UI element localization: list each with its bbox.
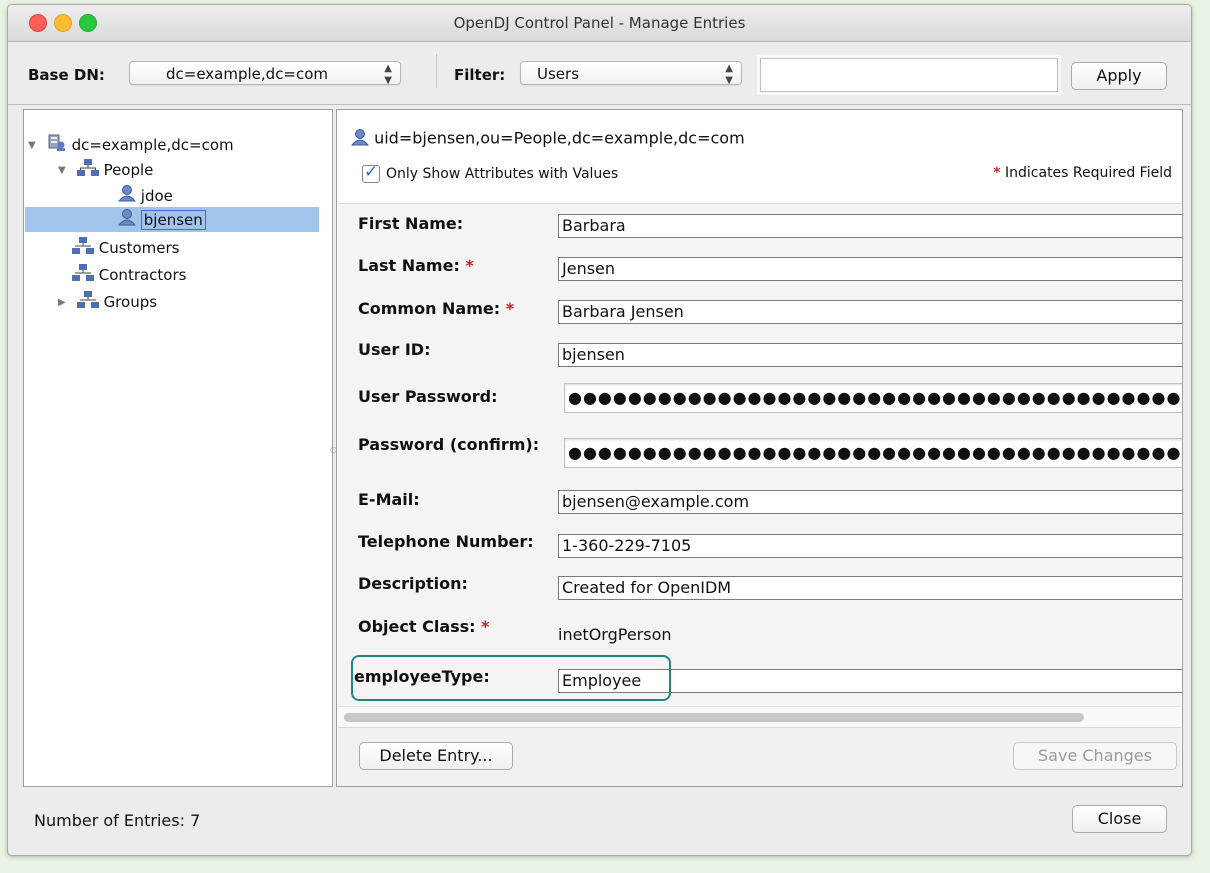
- checkbox-checked-icon[interactable]: [362, 162, 380, 183]
- org-unit-icon: [76, 290, 99, 315]
- tree-item-customers[interactable]: Customers: [72, 236, 179, 260]
- toolbar: Base DN: dc=example,dc=com ▲ ▼ Filter: Us…: [8, 42, 1191, 105]
- attribute-form: First Name: Barbara Last Name: * Jensen …: [338, 203, 1182, 713]
- email-label: E-Mail:: [358, 490, 420, 509]
- telephone-label: Telephone Number:: [358, 532, 534, 551]
- user-id-label: User ID:: [358, 340, 431, 359]
- tree-label-contractors: Contractors: [98, 266, 187, 284]
- password-confirm-field[interactable]: ●●●●●●●●●●●●●●●●●●●●●●●●●●●●●●●●●●●●●●●●…: [564, 438, 1182, 468]
- employee-type-highlight: [351, 655, 671, 701]
- tree-label-jdoe: jdoe: [140, 187, 173, 205]
- server-icon: [47, 132, 67, 159]
- base-dn-value: dc=example,dc=com: [166, 65, 329, 83]
- email-field[interactable]: bjensen@example.com: [558, 490, 1182, 514]
- tree-label-people: People: [103, 161, 154, 179]
- base-dn-label: Base DN:: [28, 66, 105, 84]
- entry-dn-text: uid=bjensen,ou=People,dc=example,dc=com: [374, 128, 745, 148]
- common-name-label: Common Name: *: [358, 299, 515, 318]
- entries-count: Number of Entries: 7: [34, 811, 201, 830]
- org-unit-icon: [72, 263, 94, 288]
- filter-select[interactable]: Users ▲ ▼: [520, 61, 742, 86]
- filter-label: Filter:: [454, 66, 506, 84]
- last-name-field[interactable]: Jensen: [558, 257, 1182, 281]
- user-icon: [117, 208, 137, 233]
- tree-item-bjensen[interactable]: bjensen: [117, 208, 206, 233]
- tree-label-bjensen: bjensen: [140, 210, 206, 230]
- only-show-values-label: Only Show Attributes with Values: [386, 166, 619, 182]
- telephone-field[interactable]: 1-360-229-7105: [558, 534, 1182, 558]
- toolbar-separator: [436, 54, 437, 88]
- required-field-note: * Indicates Required Field: [993, 165, 1172, 181]
- user-password-label: User Password:: [358, 387, 498, 406]
- tree-label-groups: Groups: [103, 293, 158, 311]
- tree-label-root: dc=example,dc=com: [71, 136, 234, 154]
- select-arrows-icon: ▲ ▼: [725, 63, 733, 86]
- entry-tree[interactable]: ▼ dc=example,dc=com ▼ People jdoe bjense…: [23, 109, 333, 787]
- description-field[interactable]: Created for OpenIDM: [558, 576, 1182, 600]
- password-confirm-label: Password (confirm):: [358, 435, 540, 454]
- org-unit-icon: [72, 236, 94, 261]
- filter-value: Users: [537, 65, 580, 83]
- tree-label-customers: Customers: [98, 239, 180, 257]
- entry-detail-panel: uid=bjensen,ou=People,dc=example,dc=com …: [336, 109, 1183, 787]
- tree-item-contractors[interactable]: Contractors: [72, 263, 186, 287]
- tree-item-groups[interactable]: ▶ Groups: [58, 290, 157, 314]
- required-star: *: [993, 165, 1001, 181]
- save-changes-button[interactable]: Save Changes: [1013, 742, 1177, 770]
- entry-dn: uid=bjensen,ou=People,dc=example,dc=com: [350, 128, 745, 150]
- required-note-text: Indicates Required Field: [1005, 165, 1172, 181]
- first-name-field[interactable]: Barbara: [558, 214, 1182, 238]
- tree-item-jdoe[interactable]: jdoe: [117, 184, 173, 209]
- user-icon: [117, 184, 137, 209]
- title-bar: OpenDJ Control Panel - Manage Entries: [8, 5, 1191, 42]
- org-unit-icon: [76, 158, 99, 183]
- delete-entry-button[interactable]: Delete Entry...: [359, 742, 513, 770]
- last-name-label: Last Name: *: [358, 256, 474, 275]
- user-id-field[interactable]: bjensen: [558, 343, 1182, 367]
- disclosure-triangle-icon[interactable]: ▼: [28, 134, 42, 158]
- tree-item-people[interactable]: ▼ People: [58, 158, 153, 182]
- horizontal-scrollbar[interactable]: [338, 706, 1181, 727]
- base-dn-select[interactable]: dc=example,dc=com ▲ ▼: [129, 61, 401, 86]
- common-name-field[interactable]: Barbara Jensen: [558, 300, 1182, 324]
- disclosure-triangle-icon[interactable]: ▶: [58, 291, 72, 315]
- detail-actions-bar: Delete Entry... Save Changes: [338, 727, 1181, 786]
- description-label: Description:: [358, 574, 468, 593]
- disclosure-triangle-icon[interactable]: ▼: [58, 159, 72, 183]
- scrollbar-thumb[interactable]: [344, 713, 1084, 722]
- object-class-value: inetOrgPerson: [558, 625, 672, 644]
- tree-item-root[interactable]: ▼ dc=example,dc=com: [28, 132, 234, 156]
- apply-button[interactable]: Apply: [1071, 62, 1167, 90]
- only-show-values-checkbox[interactable]: Only Show Attributes with Values: [362, 162, 619, 183]
- select-arrows-icon: ▲ ▼: [384, 63, 392, 86]
- user-password-field[interactable]: ●●●●●●●●●●●●●●●●●●●●●●●●●●●●●●●●●●●●●●●●…: [564, 383, 1182, 413]
- object-class-label: Object Class: *: [358, 617, 490, 636]
- close-button[interactable]: Close: [1072, 805, 1167, 833]
- user-icon: [350, 128, 370, 150]
- window-title: OpenDJ Control Panel - Manage Entries: [453, 14, 746, 32]
- first-name-label: First Name:: [358, 214, 464, 233]
- filter-text-input[interactable]: [760, 58, 1058, 92]
- app-window: OpenDJ Control Panel - Manage Entries Ba…: [7, 4, 1192, 856]
